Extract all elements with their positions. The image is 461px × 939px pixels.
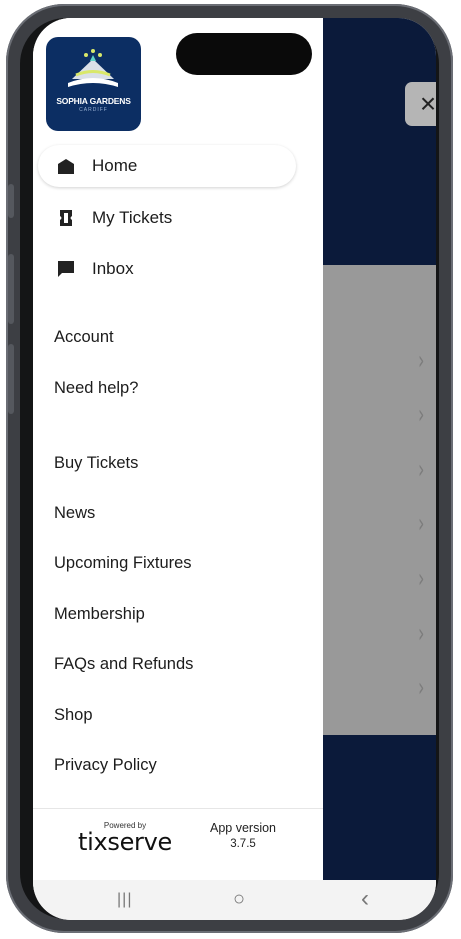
- menu-link-upcoming-fixtures[interactable]: Upcoming Fixtures: [54, 554, 192, 573]
- menu-link-shop[interactable]: Shop: [54, 706, 93, 725]
- chevron-right-icon: ›: [418, 673, 425, 703]
- sophia-gardens-logo[interactable]: SOPHIA GARDENS CARDIFF: [46, 37, 141, 131]
- menu-link-faqs-refunds[interactable]: FAQs and Refunds: [54, 655, 193, 674]
- nav-item-inbox[interactable]: Inbox: [38, 248, 296, 290]
- close-menu-button[interactable]: ×: [405, 82, 436, 126]
- menu-link-news[interactable]: News: [54, 504, 95, 523]
- chevron-right-icon: ›: [418, 619, 425, 649]
- home-icon: [56, 156, 76, 176]
- chevron-right-icon: ›: [418, 564, 425, 594]
- ticket-icon: [56, 208, 76, 228]
- back-button[interactable]: ‹: [361, 885, 369, 913]
- footer-divider: [33, 808, 323, 809]
- home-button[interactable]: ○: [233, 888, 245, 911]
- screen: › › › › › › › × SOPHIA GARDENS CARDIFF H…: [33, 18, 436, 920]
- chevron-right-icon: ›: [418, 400, 425, 430]
- content-overlay-panel: [323, 265, 436, 735]
- side-button: [8, 254, 14, 324]
- chevron-right-icon: ›: [418, 455, 425, 485]
- nav-item-home[interactable]: Home: [38, 145, 296, 187]
- nav-label: Home: [92, 156, 138, 175]
- chevron-right-icon: ›: [418, 346, 425, 376]
- camera-notch: [176, 33, 312, 75]
- system-navigation-bar: ||| ○ ‹: [33, 880, 436, 920]
- nav-label: Inbox: [92, 259, 134, 278]
- menu-link-buy-tickets[interactable]: Buy Tickets: [54, 454, 138, 473]
- logo-subtitle: CARDIFF: [79, 107, 108, 113]
- menu-link-membership[interactable]: Membership: [54, 605, 145, 624]
- close-icon: ×: [419, 88, 436, 119]
- app-version-number: 3.7.5: [230, 838, 256, 850]
- app-version-label: App version: [209, 821, 276, 835]
- side-button: [8, 344, 14, 414]
- logo-title: SOPHIA GARDENS: [56, 96, 131, 106]
- powered-by-tixserve[interactable]: Powered by tixserve: [75, 821, 175, 854]
- nav-item-my-tickets[interactable]: My Tickets: [38, 197, 296, 239]
- menu-link-account[interactable]: Account: [54, 328, 114, 347]
- recents-button[interactable]: |||: [117, 891, 132, 909]
- side-button: [8, 184, 14, 218]
- chat-icon: [56, 259, 76, 279]
- navigation-drawer: SOPHIA GARDENS CARDIFF Home My Tickets I…: [33, 18, 323, 880]
- tixserve-logo: tixserve: [78, 828, 172, 856]
- stadium-icon: [68, 49, 118, 87]
- app-version: App version 3.7.5: [198, 821, 288, 850]
- chevron-right-icon: ›: [418, 509, 425, 539]
- menu-link-privacy-policy[interactable]: Privacy Policy: [54, 756, 157, 775]
- nav-label: My Tickets: [92, 208, 173, 227]
- menu-link-need-help[interactable]: Need help?: [54, 379, 138, 398]
